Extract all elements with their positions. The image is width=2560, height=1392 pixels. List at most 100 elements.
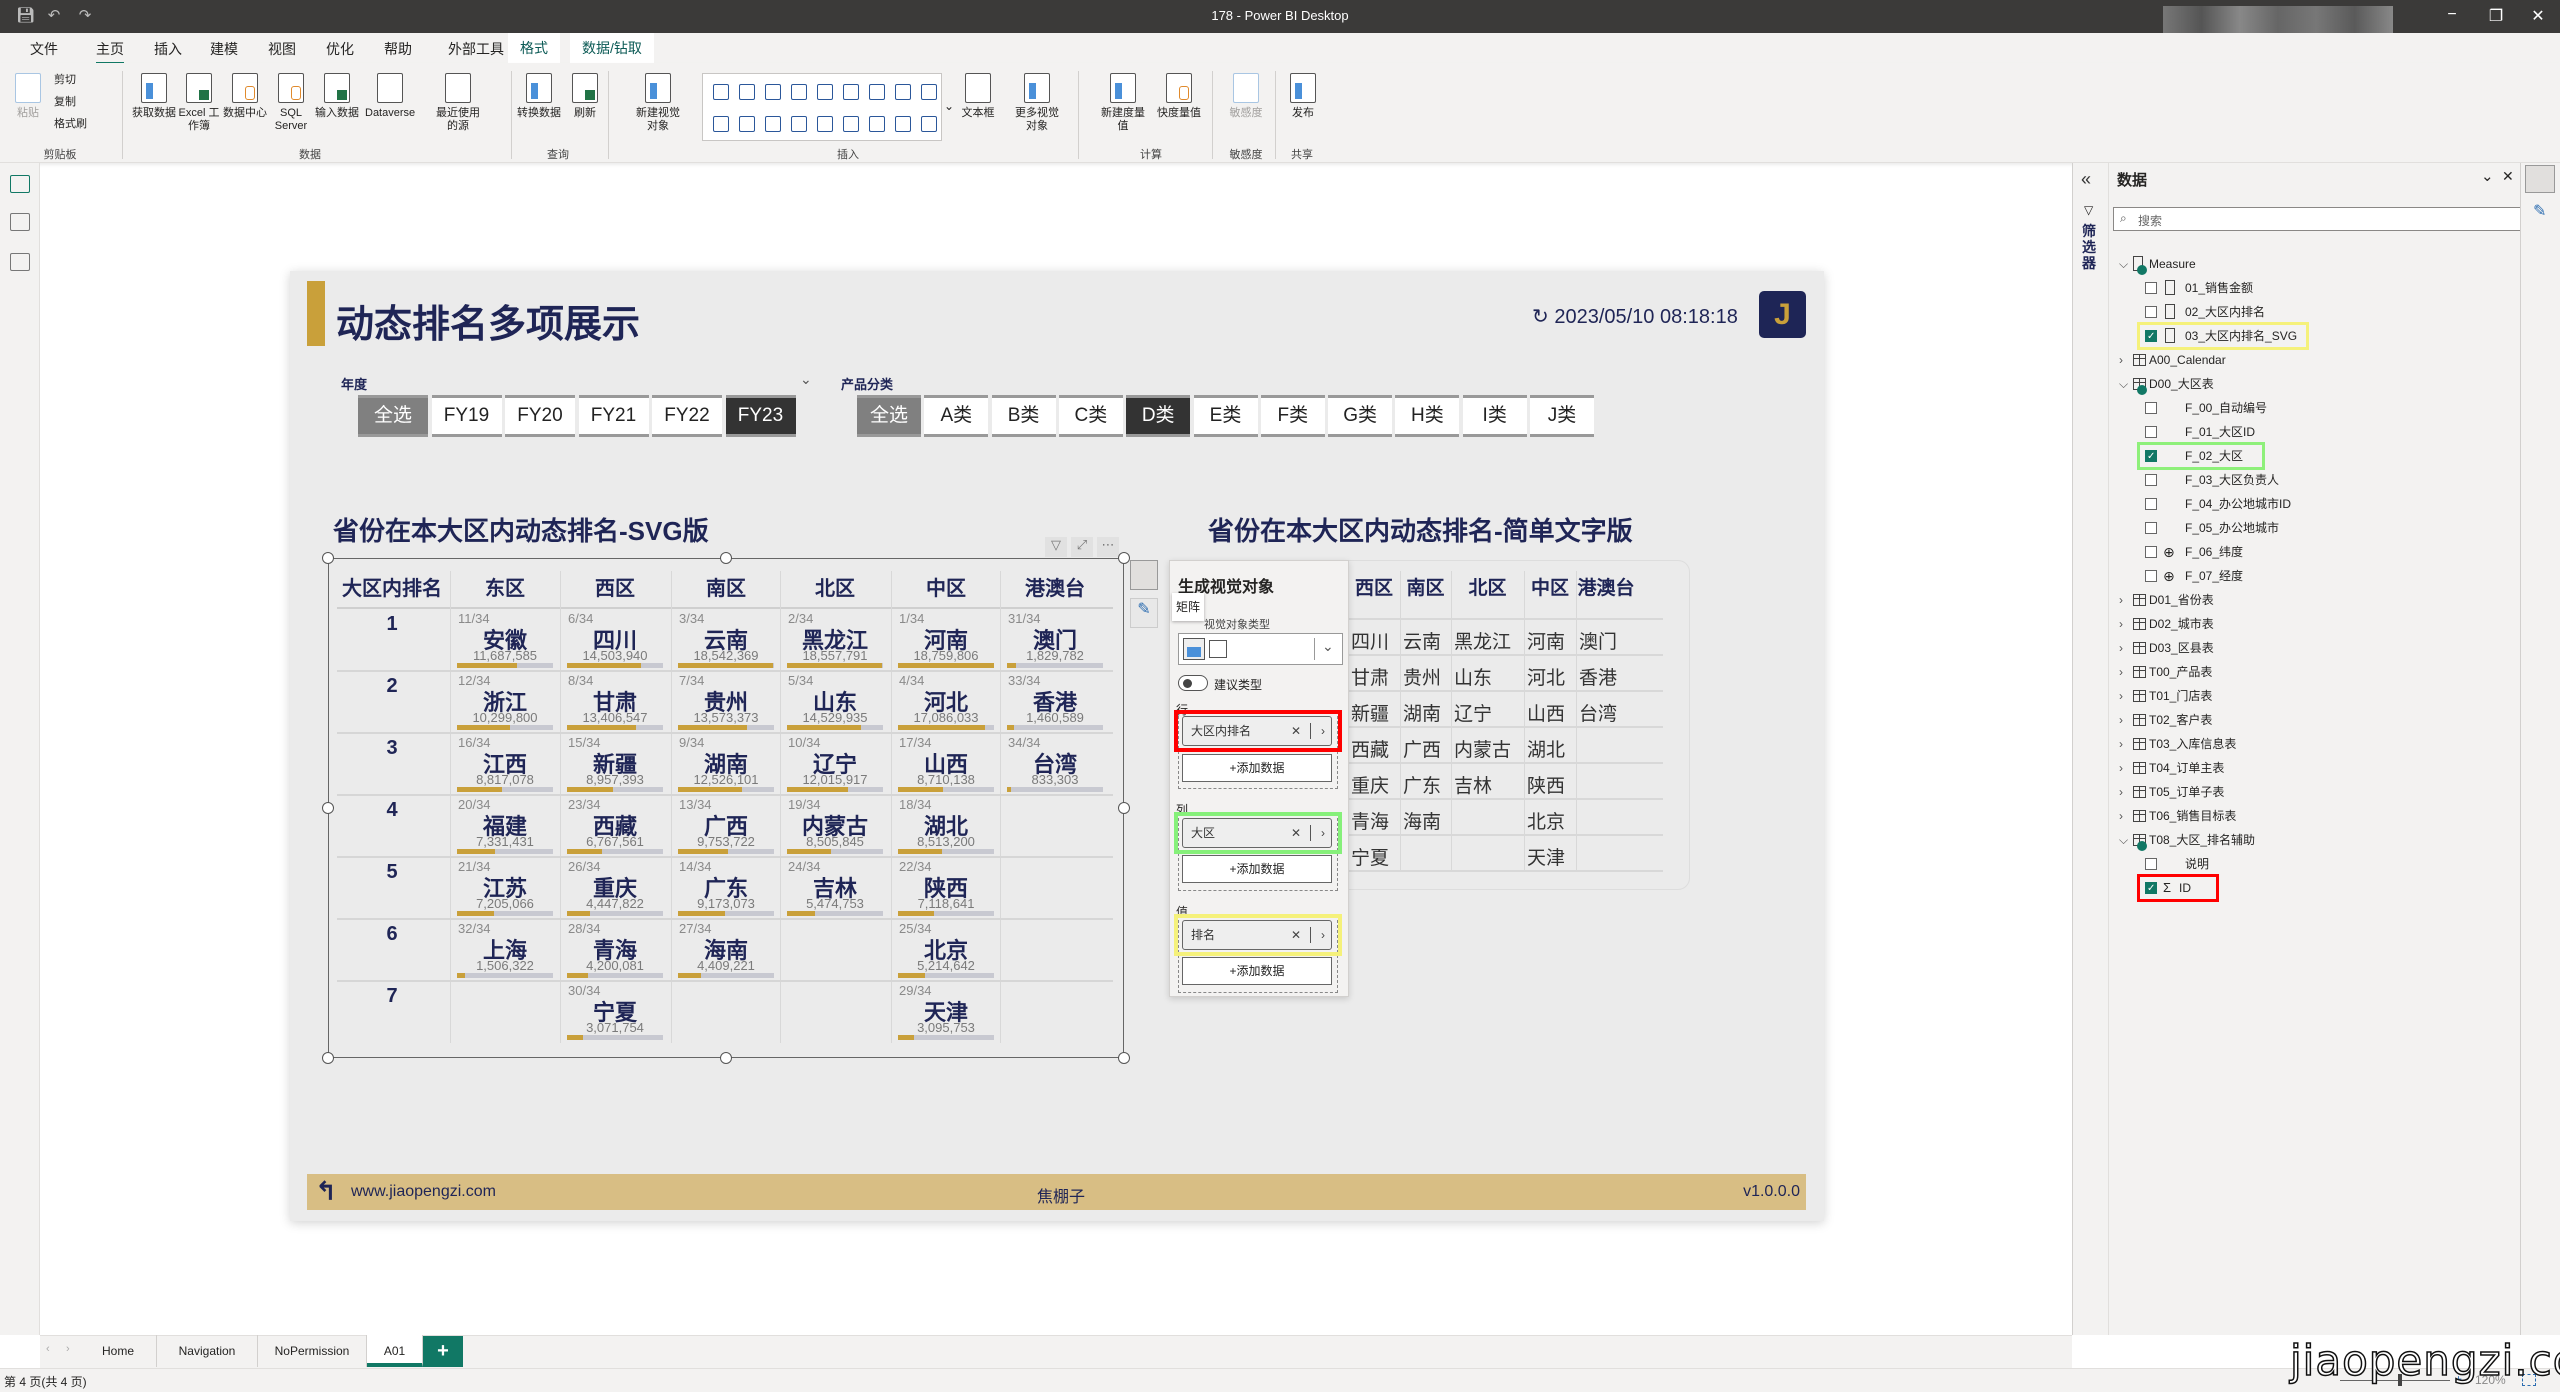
tree-item[interactable]: F_01_大区ID <box>2109 421 2509 443</box>
text-province-cell[interactable]: 台湾 <box>1579 699 1639 726</box>
field-checkbox[interactable] <box>2145 474 2157 486</box>
matrix-icon[interactable] <box>1183 638 1205 660</box>
add-data-rows-button[interactable]: +添加数据 <box>1182 754 1332 782</box>
tree-item[interactable]: › T00_产品表 <box>2109 661 2509 683</box>
account-info-blurred[interactable] <box>2163 6 2393 36</box>
chevron-down-icon[interactable]: ⌄ <box>1322 638 1334 655</box>
chevron-down-icon[interactable]: ⌄ <box>800 371 812 388</box>
province-cell[interactable]: 16/34 江西 8,817,078 <box>450 733 560 795</box>
tree-item[interactable]: › D03_区县表 <box>2109 637 2509 659</box>
menu-tab-2[interactable]: 插入 <box>150 39 186 59</box>
slicer-option-9[interactable]: I类 <box>1462 395 1527 437</box>
province-cell[interactable]: 4/34 河北 17,086,033 <box>891 671 1001 733</box>
table-icon[interactable] <box>1209 640 1227 658</box>
ribbon-button-6[interactable]: Dataverse <box>365 73 415 120</box>
tree-item[interactable]: 02_大区内排名 <box>2109 301 2509 323</box>
province-cell[interactable]: 1/34 河南 18,759,806 <box>891 609 1001 671</box>
ribbon-button-15[interactable]: 敏感度 <box>1221 73 1271 120</box>
province-cell[interactable]: 19/34 内蒙古 8,505,845 <box>780 795 890 857</box>
ribbon-button-2[interactable]: Excel 工作簿 <box>174 73 224 133</box>
back-icon[interactable]: ↰ <box>315 1176 337 1207</box>
province-cell[interactable]: 5/34 山东 14,529,935 <box>780 671 890 733</box>
text-province-cell[interactable]: 青海 <box>1351 807 1403 834</box>
ribbon-button-4[interactable]: SQL Server <box>266 73 316 133</box>
visual-type-icon[interactable] <box>895 84 911 100</box>
expand-filters-icon[interactable]: « <box>2081 169 2091 190</box>
slicer-option-4[interactable]: D类 <box>1126 395 1191 437</box>
province-cell[interactable]: 20/34 福建 7,331,431 <box>450 795 560 857</box>
chevron-right-icon[interactable]: › <box>2119 613 2123 635</box>
visual-gallery[interactable] <box>702 73 942 141</box>
visual-type-icon[interactable] <box>791 84 807 100</box>
visual-type-icon[interactable] <box>765 84 781 100</box>
ribbon-button-3[interactable]: 数据中心 <box>220 73 270 120</box>
field-checkbox[interactable] <box>2145 306 2157 318</box>
restore-button[interactable]: ❐ <box>2484 6 2508 26</box>
text-province-cell[interactable]: 湖北 <box>1527 735 1579 762</box>
add-page-button[interactable]: + <box>423 1336 463 1367</box>
add-data-columns-button[interactable]: +添加数据 <box>1182 855 1332 883</box>
province-cell[interactable]: 23/34 西藏 6,767,561 <box>560 795 670 857</box>
focus-mode-icon[interactable]: ⤢ <box>1071 537 1093 557</box>
text-province-cell[interactable]: 四川 <box>1351 627 1403 654</box>
field-checkbox[interactable] <box>2145 426 2157 438</box>
tree-item[interactable]: › T01_门店表 <box>2109 685 2509 707</box>
province-cell[interactable]: 24/34 吉林 5,474,753 <box>780 857 890 919</box>
menu-tab-5[interactable]: 优化 <box>322 39 358 59</box>
text-province-cell[interactable]: 甘肃 <box>1351 663 1403 690</box>
slicer-option-2[interactable]: B类 <box>991 395 1056 437</box>
province-cell[interactable]: 30/34 宁夏 3,071,754 <box>560 981 670 1043</box>
chevron-right-icon[interactable]: › <box>2119 805 2123 827</box>
province-cell[interactable]: 2/34 黑龙江 18,557,791 <box>780 609 890 671</box>
field-checkbox[interactable] <box>2145 570 2157 582</box>
minimize-button[interactable]: − <box>2440 6 2464 24</box>
tree-item[interactable]: 说明 <box>2109 853 2509 875</box>
province-cell[interactable]: 33/34 香港 1,460,589 <box>1000 671 1110 733</box>
menu-tab-0[interactable]: 文件 <box>26 39 62 59</box>
page-tab-home[interactable]: Home <box>80 1335 157 1367</box>
tree-item[interactable]: › A00_Calendar <box>2109 349 2509 371</box>
add-data-values-button[interactable]: +添加数据 <box>1182 957 1332 985</box>
resize-handle[interactable] <box>1118 552 1130 564</box>
clipboard-0[interactable]: 剪切 <box>54 71 76 89</box>
text-province-cell[interactable]: 广西 <box>1403 735 1454 762</box>
page-tab-nopermission[interactable]: NoPermission <box>258 1335 367 1367</box>
tree-item[interactable]: › T03_入库信息表 <box>2109 733 2509 755</box>
visual-type-icon[interactable] <box>739 84 755 100</box>
scroll-left-icon[interactable]: ‹ <box>46 1343 50 1355</box>
visual-type-icon[interactable] <box>895 116 911 132</box>
menu-tab-3[interactable]: 建模 <box>206 39 242 59</box>
province-cell[interactable]: 21/34 江苏 7,205,066 <box>450 857 560 919</box>
tree-item[interactable]: ⌵ T08_大区_排名辅助 <box>2109 829 2509 851</box>
resize-handle[interactable] <box>1118 802 1130 814</box>
text-province-cell[interactable]: 澳门 <box>1579 627 1639 654</box>
close-button[interactable]: ✕ <box>2526 6 2550 26</box>
menu-tab-8[interactable]: 格式 <box>508 33 560 63</box>
province-cell[interactable]: 29/34 天津 3,095,753 <box>891 981 1001 1043</box>
tree-item[interactable]: ⌵ Measure <box>2109 253 2509 275</box>
province-cell[interactable]: 26/34 重庆 4,447,822 <box>560 857 670 919</box>
text-province-cell[interactable]: 宁夏 <box>1351 843 1403 870</box>
resize-handle[interactable] <box>322 1052 334 1064</box>
menu-tab-4[interactable]: 视图 <box>264 39 300 59</box>
field-checkbox[interactable] <box>2145 282 2157 294</box>
field-checkbox[interactable] <box>2145 858 2157 870</box>
data-pane-icon[interactable] <box>2525 165 2555 193</box>
visual-type-icon[interactable] <box>739 116 755 132</box>
slicer-option-3[interactable]: FY21 <box>578 395 649 437</box>
province-cell[interactable]: 9/34 湖南 12,526,101 <box>671 733 781 795</box>
province-cell[interactable]: 8/34 甘肃 13,406,547 <box>560 671 670 733</box>
ribbon-button-1[interactable]: 获取数据 <box>129 73 179 120</box>
province-cell[interactable]: 10/34 辽宁 12,015,917 <box>780 733 890 795</box>
text-province-cell[interactable]: 重庆 <box>1351 771 1403 798</box>
chevron-right-icon[interactable]: › <box>2119 589 2123 611</box>
menu-tab-1[interactable]: 主页 <box>92 39 128 65</box>
menu-tab-6[interactable]: 帮助 <box>380 39 416 59</box>
filter-icon[interactable]: ▽ <box>1045 537 1067 557</box>
text-province-cell[interactable]: 北京 <box>1527 807 1579 834</box>
footer-url[interactable]: www.jiaopengzi.com <box>351 1183 496 1201</box>
field-checkbox[interactable] <box>2145 498 2157 510</box>
text-province-cell[interactable]: 山东 <box>1454 663 1527 690</box>
province-cell[interactable]: 25/34 北京 5,214,642 <box>891 919 1001 981</box>
field-checkbox[interactable] <box>2145 522 2157 534</box>
